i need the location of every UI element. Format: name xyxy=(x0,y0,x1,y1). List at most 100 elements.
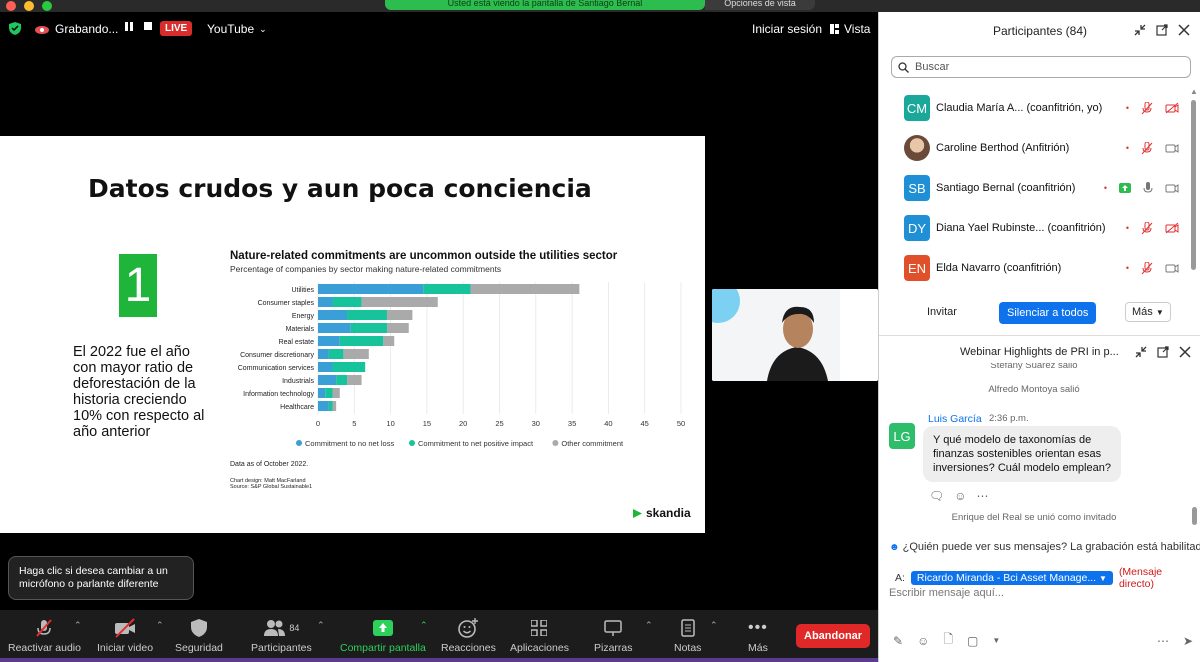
format-text-icon[interactable]: ✎ xyxy=(893,634,903,648)
x-tick-label: 35 xyxy=(568,419,576,428)
slide-big-number: 1 xyxy=(119,254,157,317)
collapse-icon[interactable] xyxy=(1134,24,1146,36)
speaker-video xyxy=(712,289,878,381)
audio-options-chevron-icon[interactable]: ⌃ xyxy=(74,620,82,631)
notes-button[interactable]: Notas xyxy=(674,618,701,654)
emoji-icon[interactable]: ☺ xyxy=(917,634,929,648)
notes-chevron-icon[interactable]: ⌃ xyxy=(710,620,718,631)
participants-chevron-icon[interactable]: ⌃ xyxy=(317,620,325,631)
speaker-video-thumbnail[interactable] xyxy=(712,289,878,381)
participant-row[interactable]: Caroline Berthod (Anfitrión) • xyxy=(879,128,1189,168)
popout-icon[interactable] xyxy=(1157,346,1169,358)
bar-segment xyxy=(339,336,384,346)
x-tick-label: 30 xyxy=(532,419,540,428)
skandia-logo: skandia xyxy=(633,506,691,520)
add-reaction-icon[interactable]: ☺ xyxy=(954,489,966,503)
category-label: Utilities xyxy=(291,287,314,294)
unmute-audio-label: Reactivar audio xyxy=(8,642,81,654)
stream-platform-menu[interactable]: YouTube ⌄ xyxy=(207,22,267,36)
participants-scrollbar[interactable]: ▲ xyxy=(1190,88,1198,288)
participant-row[interactable]: DY Diana Yael Rubinste... (coanfitrión) • xyxy=(879,208,1189,248)
live-badge: LIVE xyxy=(160,21,193,36)
close-icon[interactable] xyxy=(1178,24,1190,36)
avatar: EN xyxy=(904,255,930,281)
bar-segment xyxy=(318,323,351,333)
stop-recording-button[interactable] xyxy=(144,22,152,30)
popout-icon[interactable] xyxy=(1156,24,1168,36)
participants-more-button[interactable]: Más ▼ xyxy=(1125,302,1171,322)
participants-more-label: Más xyxy=(1132,306,1153,318)
participants-scroll-thumb[interactable] xyxy=(1191,100,1196,270)
video-off-icon xyxy=(1165,222,1179,234)
chat-toolbar: ✎ ☺ 🗋 ▢ ▼ ⋯ ➤ xyxy=(893,630,1193,651)
scroll-up-icon[interactable]: ▲ xyxy=(1190,88,1198,96)
view-button[interactable]: Vista xyxy=(830,22,870,36)
to-label: A: xyxy=(895,572,905,584)
bar-segment xyxy=(318,336,340,346)
chat-message: Y qué modelo de taxonomías de finanzas s… xyxy=(923,426,1121,482)
more-options-icon[interactable]: ⋯ xyxy=(1157,634,1169,648)
leave-meeting-button[interactable]: Abandonar xyxy=(796,624,871,648)
record-dot-icon: • xyxy=(1125,143,1129,153)
avatar: SB xyxy=(904,175,930,201)
start-video-button[interactable]: Iniciar video xyxy=(97,618,153,654)
bar-segment xyxy=(361,297,438,307)
apps-button[interactable]: Aplicaciones xyxy=(510,618,569,654)
whiteboards-button[interactable]: Pizarras xyxy=(594,618,633,654)
record-dot-icon: • xyxy=(1103,183,1107,193)
unmute-audio-button[interactable]: Reactivar audio xyxy=(8,618,81,654)
signin-button[interactable]: Iniciar sesión xyxy=(752,22,822,36)
video-options-chevron-icon[interactable]: ⌃ xyxy=(156,620,164,631)
chevron-down-icon: ▼ xyxy=(1099,574,1107,583)
video-icon xyxy=(1165,144,1179,153)
chevron-down-icon[interactable]: ▼ xyxy=(992,636,1000,645)
participant-row[interactable]: CM Claudia María A... (coanfitrión, yo) • xyxy=(879,88,1189,128)
microphone-muted-icon xyxy=(1141,101,1153,114)
minimize-window-icon[interactable] xyxy=(24,1,34,11)
more-options-icon[interactable]: ⋯ xyxy=(977,489,989,503)
category-label: Healthcare xyxy=(280,404,314,411)
participants-search[interactable]: Buscar xyxy=(891,56,1191,78)
avatar: DY xyxy=(904,215,930,241)
share-screen-button[interactable]: Compartir pantalla xyxy=(340,618,426,654)
whiteboards-chevron-icon[interactable]: ⌃ xyxy=(645,620,653,631)
close-window-icon[interactable] xyxy=(6,1,16,11)
participant-name: Caroline Berthod (Anfitrión) xyxy=(936,142,1070,154)
invite-button[interactable]: Invitar xyxy=(915,302,969,322)
more-label: Más xyxy=(748,642,768,654)
dock-strip xyxy=(0,658,878,662)
message-visibility-info[interactable]: ☻ ¿Quién puede ver sus mensajes? La grab… xyxy=(889,541,1200,553)
security-shield-icon[interactable] xyxy=(9,22,21,35)
share-options-chevron-icon[interactable]: ⌃ xyxy=(420,620,428,631)
view-options-button[interactable]: Opciones de vista xyxy=(705,0,815,10)
sender-name[interactable]: Luis García xyxy=(928,413,982,425)
participant-row[interactable]: SB Santiago Bernal (coanfitrión) • xyxy=(879,168,1189,208)
file-icon[interactable]: 🗋 xyxy=(943,630,953,651)
reactions-button[interactable]: Reacciones xyxy=(441,618,496,654)
chat-input[interactable]: Escribir mensaje aquí... xyxy=(889,587,1004,599)
participant-status: • xyxy=(1126,101,1179,115)
chat-scroll-thumb[interactable] xyxy=(1192,507,1197,525)
participants-button[interactable]: 84 Participantes xyxy=(251,618,312,654)
screenshot-icon[interactable]: ▢ xyxy=(967,634,978,648)
close-icon[interactable] xyxy=(1179,346,1191,358)
reply-icon[interactable]: 🗨 xyxy=(929,489,944,503)
mute-all-button[interactable]: Silenciar a todos xyxy=(999,302,1097,324)
security-button[interactable]: Seguridad xyxy=(175,618,223,654)
recording-status[interactable]: Grabando... xyxy=(34,22,118,36)
recipient-dropdown[interactable]: Ricardo Miranda - Bci Asset Manage... ▼ xyxy=(910,571,1113,585)
participants-count: 84 xyxy=(289,623,300,633)
notes-icon xyxy=(674,618,701,638)
microphone-muted-icon xyxy=(1141,141,1153,154)
x-tick-label: 15 xyxy=(423,419,431,428)
message-time: 2:36 p.m. xyxy=(989,413,1029,424)
collapse-icon[interactable] xyxy=(1135,346,1147,358)
pause-recording-button[interactable] xyxy=(125,22,133,31)
participant-row[interactable]: EN Elda Navarro (coanfitrión) • xyxy=(879,248,1189,288)
chat-scrollbar[interactable] xyxy=(1192,357,1197,532)
zoom-window-icon[interactable] xyxy=(42,1,52,11)
send-icon[interactable]: ➤ xyxy=(1183,634,1193,648)
more-button[interactable]: ••• Más xyxy=(748,618,768,654)
participant-status: • xyxy=(1103,181,1179,195)
bar-segment xyxy=(332,362,366,372)
